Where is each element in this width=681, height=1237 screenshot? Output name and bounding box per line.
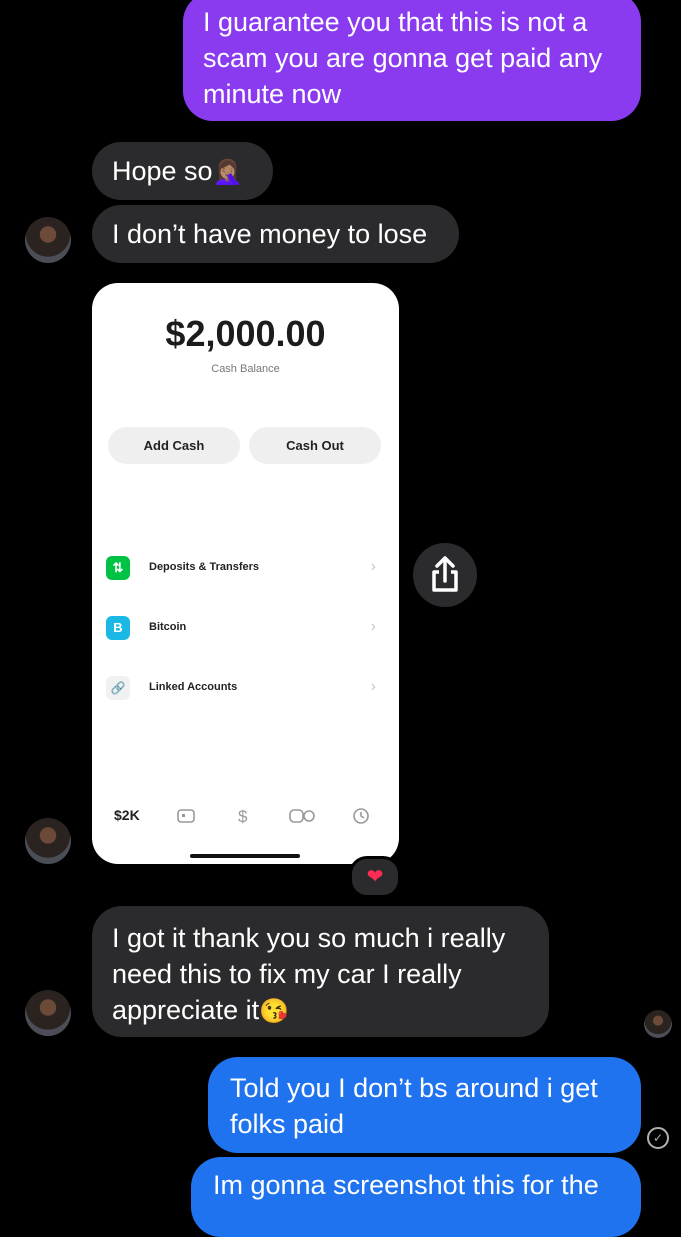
message-text: Told you I don’t bs around i get folks p… <box>230 1073 598 1139</box>
message-text: I don’t have money to lose <box>112 219 428 249</box>
investing-icon <box>288 807 316 828</box>
chevron-right-icon: › <box>370 678 376 695</box>
deposits-transfers-icon: ⇅ <box>106 556 130 580</box>
shared-screenshot-image[interactable]: $2,000.00 Cash Balance Add Cash Cash Out… <box>92 283 399 864</box>
card-icon <box>176 807 196 828</box>
chevron-right-icon: › <box>370 558 376 575</box>
share-button[interactable] <box>413 543 477 607</box>
tab-bar: $2K $ <box>92 807 399 831</box>
sent-message-told-you[interactable]: Told you I don’t bs around i get folks p… <box>208 1057 641 1153</box>
tab-balance-label: $2K <box>114 807 140 823</box>
kiss-emoji-icon: 😘 <box>259 997 289 1025</box>
deposits-transfers-row: ⇅ Deposits & Transfers › <box>106 556 386 582</box>
row-label: Linked Accounts <box>149 681 238 693</box>
add-cash-button: Add Cash <box>108 427 240 464</box>
cash-balance-caption: Cash Balance <box>211 363 280 375</box>
facepalm-emoji-icon: 🤦🏽‍♀️ <box>212 158 243 186</box>
sent-message-guarantee[interactable]: I guarantee you that this is not a scam … <box>183 0 641 121</box>
cash-balance-amount: $2,000.00 <box>165 313 326 354</box>
share-icon <box>432 556 458 592</box>
contact-avatar[interactable] <box>25 217 71 263</box>
activity-clock-icon <box>351 807 371 828</box>
sent-message-screenshot[interactable]: Im gonna screenshot this for the <box>191 1157 641 1237</box>
received-message-hope-so[interactable]: Hope so🤦🏽‍♀️ <box>92 142 273 200</box>
heart-reaction-icon[interactable]: ❤ <box>349 856 401 898</box>
row-label: Bitcoin <box>149 621 187 633</box>
message-text: I guarantee you that this is not a scam … <box>203 7 603 109</box>
contact-avatar[interactable] <box>25 818 71 864</box>
bitcoin-row: B Bitcoin › <box>106 616 386 642</box>
received-message-money[interactable]: I don’t have money to lose <box>92 205 459 263</box>
dollar-icon: $ <box>238 807 248 826</box>
row-label: Deposits & Transfers <box>149 561 260 573</box>
message-text: Im gonna screenshot this for the <box>213 1170 599 1200</box>
linked-accounts-row: 🔗 Linked Accounts › <box>106 676 386 702</box>
chevron-right-icon: › <box>370 618 376 635</box>
bitcoin-icon: B <box>106 616 130 640</box>
received-message-got-it[interactable]: I got it thank you so much i really need… <box>92 906 549 1037</box>
message-text: Hope so <box>112 156 213 186</box>
home-indicator <box>190 854 300 858</box>
read-receipt-avatar <box>644 1010 672 1038</box>
cash-out-button: Cash Out <box>249 427 381 464</box>
contact-avatar[interactable] <box>25 990 71 1036</box>
delivered-check-icon: ✓ <box>647 1127 669 1149</box>
link-icon: 🔗 <box>106 676 130 700</box>
message-text: I got it thank you so much i really need… <box>112 923 506 1025</box>
